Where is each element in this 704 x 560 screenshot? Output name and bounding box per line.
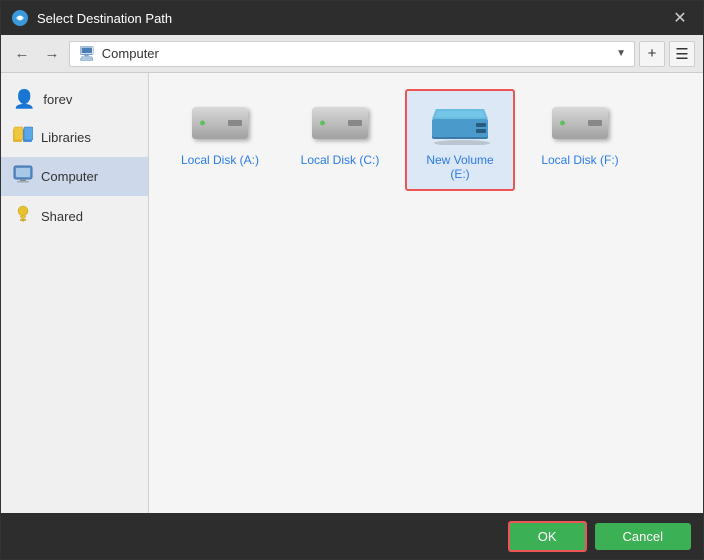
hdd-icon-f [552, 107, 608, 139]
address-bar[interactable]: 🖥 Computer ▼ [69, 41, 635, 67]
user-icon: 👤 [13, 89, 35, 110]
sidebar-item-forev[interactable]: 👤 forev [1, 81, 148, 118]
disk-f-label: Local Disk (F:) [541, 153, 618, 167]
ok-button[interactable]: OK [508, 521, 587, 552]
sidebar-item-shared[interactable]: Shared [1, 196, 148, 237]
disk-c-label: Local Disk (C:) [301, 153, 380, 167]
hdd-icon-c [312, 107, 368, 139]
toolbar: ← → 🖥 Computer ▼ + ☰ [1, 35, 703, 73]
sidebar: 👤 forev Libraries [1, 73, 149, 513]
main-area: 👤 forev Libraries [1, 73, 703, 513]
dialog-title: Select Destination Path [37, 11, 667, 26]
title-bar: Select Destination Path ✕ [1, 1, 703, 35]
sidebar-label-forev: forev [43, 92, 72, 107]
sidebar-label-shared: Shared [41, 209, 83, 224]
dialog-footer: OK Cancel [1, 513, 703, 559]
file-item-disk-a[interactable]: Local Disk (A:) [165, 89, 275, 191]
new-folder-button[interactable]: + [639, 41, 665, 67]
disk-f-icon-wrapper [548, 99, 612, 147]
ssd-icon-e [428, 101, 492, 145]
disk-a-icon-wrapper [188, 99, 252, 147]
disk-e-icon-wrapper [428, 99, 492, 147]
address-computer-icon: 🖥 [78, 45, 96, 62]
close-button[interactable]: ✕ [667, 5, 693, 31]
forward-button[interactable]: → [39, 41, 65, 67]
disk-a-label: Local Disk (A:) [181, 153, 259, 167]
computer-icon [13, 165, 33, 188]
libraries-icon [13, 126, 33, 149]
shared-icon [13, 204, 33, 229]
address-text: Computer [102, 46, 159, 61]
view-button[interactable]: ☰ [669, 41, 695, 67]
sidebar-label-libraries: Libraries [41, 130, 91, 145]
sidebar-label-computer: Computer [41, 169, 98, 184]
disk-c-icon-wrapper [308, 99, 372, 147]
select-destination-dialog: Select Destination Path ✕ ← → 🖥 Computer… [0, 0, 704, 560]
address-dropdown-icon[interactable]: ▼ [616, 48, 626, 59]
file-item-disk-c[interactable]: Local Disk (C:) [285, 89, 395, 191]
file-item-disk-f[interactable]: Local Disk (F:) [525, 89, 635, 191]
sidebar-item-libraries[interactable]: Libraries [1, 118, 148, 157]
file-grid: Local Disk (A:) Local Disk (C:) [165, 89, 687, 191]
cancel-button[interactable]: Cancel [595, 523, 691, 550]
back-button[interactable]: ← [9, 41, 35, 67]
hdd-icon-a [192, 107, 248, 139]
file-item-disk-e[interactable]: New Volume (E:) [405, 89, 515, 191]
dialog-icon [11, 9, 29, 27]
view-icon: ☰ [675, 45, 688, 63]
new-folder-icon: + [648, 45, 657, 62]
sidebar-item-computer[interactable]: Computer [1, 157, 148, 196]
disk-e-label: New Volume (E:) [415, 153, 505, 181]
content-area: Local Disk (A:) Local Disk (C:) [149, 73, 703, 513]
